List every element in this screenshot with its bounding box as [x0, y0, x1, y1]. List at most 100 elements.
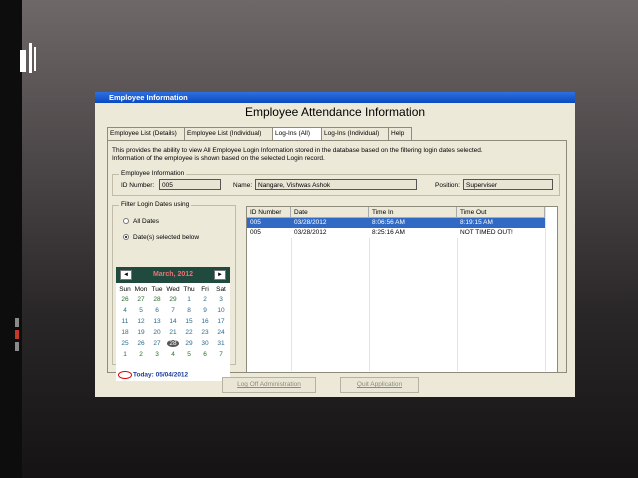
calendar-day[interactable]: 27 — [149, 340, 165, 347]
calendar-day[interactable]: 25 — [117, 340, 133, 347]
slide-bullet — [15, 342, 19, 351]
calendar-day[interactable]: 2 — [197, 296, 213, 303]
table-row[interactable]: 005 03/28/2012 8:06:56 AM 8:19:15 AM — [247, 218, 545, 228]
description-text: This provides the ability to view All Em… — [112, 147, 552, 163]
slide-bullet — [15, 330, 19, 339]
dates-selected-label[interactable]: Date(s) selected below — [133, 234, 199, 241]
employee-information-group: Employee Information ID Number: 005 Name… — [112, 170, 560, 196]
calendar-day[interactable]: 4 — [165, 351, 181, 358]
calendar-day[interactable]: 7 — [165, 307, 181, 314]
today-circle-icon — [118, 371, 132, 379]
calendar-day[interactable]: 1 — [181, 296, 197, 303]
calendar-day[interactable]: 4 — [117, 307, 133, 314]
cell-date: 03/28/2012 — [294, 229, 327, 236]
calendar-weekday: Sat — [216, 286, 226, 293]
calendar-day[interactable]: 14 — [165, 318, 181, 325]
calendar-day[interactable]: 2 — [133, 351, 149, 358]
calendar-day[interactable]: 22 — [181, 329, 197, 336]
log-off-administration-button[interactable]: Log Off Administration — [222, 377, 316, 393]
calendar-day[interactable]: 6 — [149, 307, 165, 314]
calendar-day[interactable]: 10 — [213, 307, 229, 314]
calendar-month: March, 2012 — [152, 271, 194, 278]
calendar-weekday: Sun — [119, 286, 131, 293]
window-titlebar[interactable]: Employee Information — [95, 92, 575, 103]
calendar-day[interactable]: 24 — [213, 329, 229, 336]
calendar-day[interactable]: 23 — [197, 329, 213, 336]
calendar-weekday: Tue — [151, 286, 163, 293]
prev-month-icon[interactable]: ◄ — [120, 270, 132, 280]
calendar-day[interactable]: 27 — [133, 296, 149, 303]
calendar-day[interactable]: 20 — [149, 329, 165, 336]
calendar-day[interactable]: 13 — [149, 318, 165, 325]
calendar: March, 2012 ◄ ► Today: 05/04/2012 Sun Mon… — [116, 267, 230, 381]
employee-info-window: Employee Information Employee Attendance… — [95, 92, 575, 397]
calendar-header: March, 2012 ◄ ► — [116, 267, 230, 283]
calendar-day[interactable]: 21 — [165, 329, 181, 336]
calendar-day[interactable]: 30 — [197, 340, 213, 347]
today-label: Today: 05/04/2012 — [133, 371, 189, 379]
column-header-time-in[interactable]: Time In — [369, 207, 457, 218]
calendar-day[interactable]: 26 — [133, 340, 149, 347]
tab-employee-list-details[interactable]: Employee List (Details) — [107, 127, 185, 140]
calendar-day[interactable]: 9 — [197, 307, 213, 314]
all-dates-label[interactable]: All Dates — [133, 218, 159, 225]
cell-id: 005 — [250, 229, 261, 236]
column-divider — [291, 238, 292, 371]
calendar-day[interactable]: 5 — [133, 307, 149, 314]
calendar-day[interactable]: 17 — [213, 318, 229, 325]
calendar-day[interactable]: 26 — [117, 296, 133, 303]
position-field[interactable]: Superviser — [463, 179, 553, 190]
calendar-day[interactable]: 31 — [213, 340, 229, 347]
calendar-day[interactable]: 28 — [149, 296, 165, 303]
page-title: Employee Attendance Information — [244, 105, 426, 119]
column-header-id[interactable]: ID Number — [247, 207, 291, 218]
calendar-day[interactable]: 18 — [117, 329, 133, 336]
tab-log-ins-individual[interactable]: Log-Ins (Individual) — [321, 127, 390, 140]
cell-id: 005 — [247, 218, 291, 228]
slide-bullet — [15, 318, 19, 327]
table-row[interactable]: 005 03/28/2012 8:25:16 AM NOT TIMED OUT! — [247, 228, 545, 238]
calendar-day[interactable]: 8 — [181, 307, 197, 314]
column-divider — [545, 207, 546, 371]
calendar-day[interactable]: 3 — [149, 351, 165, 358]
calendar-day[interactable]: 6 — [197, 351, 213, 358]
calendar-day[interactable]: 12 — [133, 318, 149, 325]
calendar-day[interactable]: 1 — [117, 351, 133, 358]
calendar-weekday: Wed — [166, 286, 180, 293]
calendar-weekday: Mon — [134, 286, 148, 293]
slide-left-bar — [0, 0, 22, 478]
next-month-icon[interactable]: ► — [214, 270, 226, 280]
column-header-time-out[interactable]: Time Out — [457, 207, 545, 218]
calendar-day[interactable]: 3 — [213, 296, 229, 303]
column-header-date[interactable]: Date — [291, 207, 369, 218]
today-link[interactable]: Today: 05/04/2012 — [118, 371, 188, 379]
calendar-day[interactable]: 15 — [181, 318, 197, 325]
id-number-label: ID Number: — [121, 182, 155, 189]
all-dates-radio[interactable] — [123, 218, 129, 224]
description-line: Information of the employee is shown bas… — [112, 155, 325, 162]
slide-decoration-bar — [34, 47, 36, 71]
quit-application-button[interactable]: Quit Application — [340, 377, 419, 393]
name-field[interactable]: Nangare, Vishwas Ashok — [255, 179, 417, 190]
calendar-day[interactable]: 19 — [133, 329, 149, 336]
tab-help[interactable]: Help — [388, 127, 412, 140]
calendar-day[interactable]: 29 — [181, 340, 197, 347]
tab-employee-list-individual[interactable]: Employee List (Individual) — [184, 127, 273, 140]
group-label: Employee Information — [119, 170, 187, 177]
id-number-field[interactable]: 005 — [159, 179, 221, 190]
name-label: Name: — [233, 182, 253, 189]
calendar-day[interactable]: 11 — [117, 318, 133, 325]
dates-selected-radio[interactable] — [123, 234, 129, 240]
calendar-weekday: Thu — [183, 286, 195, 293]
column-divider — [369, 238, 370, 371]
calendar-day[interactable]: 28 — [167, 340, 179, 347]
cell-time-in: 8:25:16 AM — [372, 229, 405, 236]
calendar-day[interactable]: 5 — [181, 351, 197, 358]
calendar-day[interactable]: 29 — [165, 296, 181, 303]
login-records-table: ID Number Date Time In Time Out 005 03/2… — [246, 206, 558, 373]
calendar-day[interactable]: 16 — [197, 318, 213, 325]
position-label: Position: — [435, 182, 460, 189]
calendar-day[interactable]: 7 — [213, 351, 229, 358]
tab-log-ins-all[interactable]: Log-Ins (All) — [272, 127, 323, 141]
group-label: Filter Login Dates using — [119, 201, 192, 208]
